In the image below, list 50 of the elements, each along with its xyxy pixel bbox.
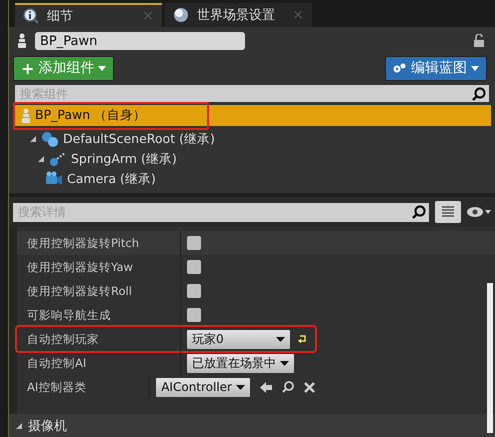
class-dropdown[interactable]: AIController bbox=[156, 378, 250, 396]
component-item[interactable]: DefaultSceneRoot (继承) bbox=[21, 129, 491, 149]
pawn-icon bbox=[17, 33, 27, 49]
property-label: 使用控制器旋转Pitch bbox=[17, 231, 181, 255]
property-label: 使用控制器旋转Yaw bbox=[17, 255, 181, 279]
view-options-button[interactable] bbox=[435, 201, 461, 223]
checkbox[interactable] bbox=[187, 308, 201, 322]
list-icon bbox=[442, 206, 454, 218]
expand-arrow-icon[interactable] bbox=[15, 422, 23, 430]
scrollbar[interactable] bbox=[487, 283, 493, 433]
panel-tab[interactable]: 世界场景设置 × bbox=[165, 3, 312, 27]
clear-icon[interactable] bbox=[304, 382, 315, 392]
caret-icon bbox=[236, 384, 245, 390]
globe-icon bbox=[173, 7, 189, 23]
lock-icon[interactable] bbox=[473, 34, 485, 48]
panel-tab[interactable]: 细节 × bbox=[15, 3, 162, 27]
category-header[interactable]: 摄像机 bbox=[9, 414, 495, 437]
checkbox[interactable] bbox=[187, 260, 201, 274]
search-icon bbox=[472, 86, 486, 100]
caret-icon bbox=[471, 66, 479, 70]
gears-icon bbox=[393, 62, 407, 74]
spring-arm-icon bbox=[49, 151, 67, 167]
pawn-icon bbox=[21, 108, 31, 124]
camera-icon bbox=[45, 171, 63, 187]
search-icon[interactable] bbox=[282, 381, 294, 393]
eye-icon[interactable] bbox=[467, 206, 491, 218]
actor-name-field[interactable]: BP_Pawn bbox=[35, 32, 245, 50]
caret-icon bbox=[280, 360, 289, 366]
caret-icon bbox=[98, 66, 106, 70]
add-component-button[interactable]: + 添加组件 bbox=[13, 56, 114, 80]
property-label: AI控制器类 bbox=[17, 375, 150, 399]
checkbox[interactable] bbox=[187, 284, 201, 298]
expand-arrow-icon[interactable] bbox=[37, 155, 45, 163]
component-item[interactable]: SpringArm (继承) bbox=[29, 149, 491, 169]
dropdown[interactable]: 玩家0 bbox=[187, 330, 290, 348]
dropdown[interactable]: 已放置在场景中 bbox=[187, 354, 294, 372]
property-label: 可影响导航生成 bbox=[17, 303, 181, 327]
property-label: 自动控制AI bbox=[17, 351, 181, 375]
checkbox[interactable] bbox=[187, 236, 201, 250]
reset-arrow-icon[interactable] bbox=[298, 335, 307, 343]
search-icon bbox=[412, 205, 426, 219]
expand-arrow-icon[interactable] bbox=[29, 135, 37, 143]
property-label: 使用控制器旋转Roll bbox=[17, 279, 181, 303]
info-magnifier-icon bbox=[23, 8, 39, 24]
caret-icon bbox=[276, 336, 285, 342]
arrow-left-icon[interactable] bbox=[260, 382, 272, 392]
property-label: 自动控制玩家 bbox=[17, 327, 181, 351]
edit-blueprint-button[interactable]: 编辑蓝图 bbox=[385, 56, 487, 80]
spheres-icon bbox=[41, 131, 59, 147]
component-item[interactable]: Camera (继承) bbox=[37, 169, 491, 189]
